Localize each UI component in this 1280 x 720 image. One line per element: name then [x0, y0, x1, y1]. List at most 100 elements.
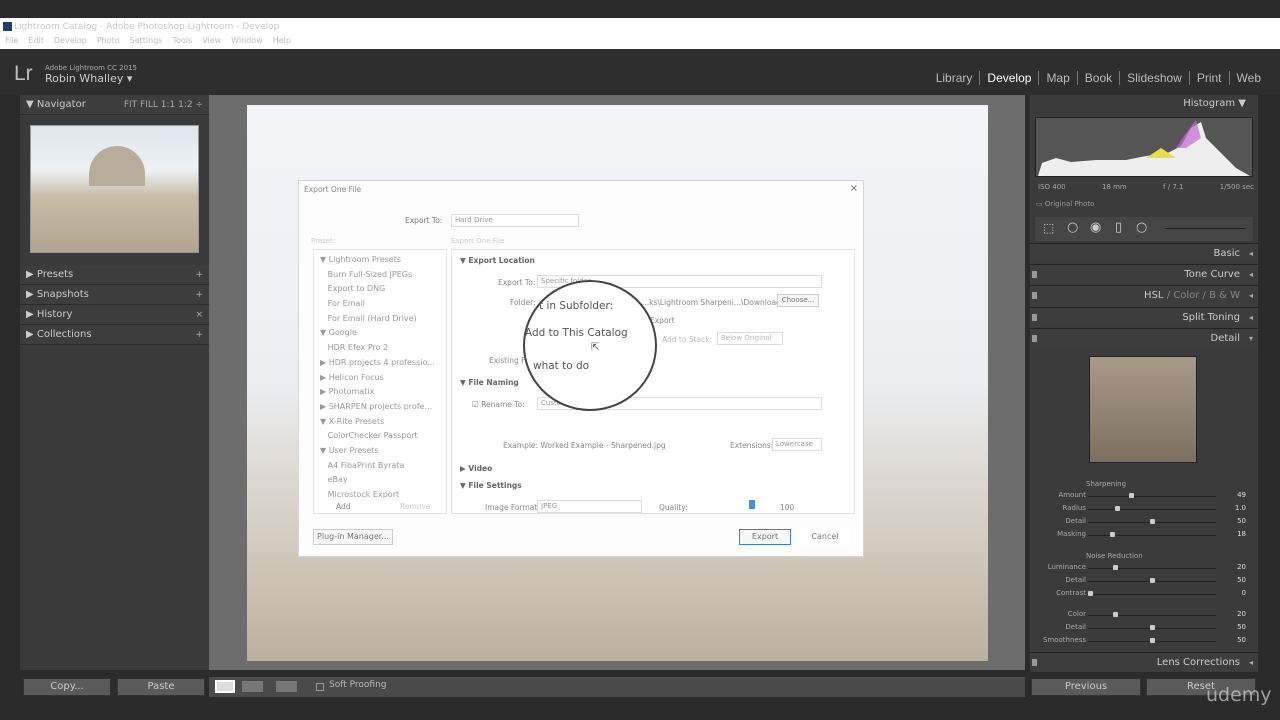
add-icon[interactable]: +	[195, 265, 203, 285]
user-menu[interactable]: Robin Whalley ▾	[45, 72, 132, 85]
collections-header[interactable]: ▶ Collections +	[20, 325, 209, 345]
slider-track[interactable]	[1088, 568, 1216, 569]
slider-detail[interactable]: Detail 50	[1030, 516, 1258, 529]
slider-color[interactable]: Color 20	[1030, 609, 1258, 622]
image-format-select[interactable]: JPEG	[537, 500, 642, 513]
radial-filter-icon[interactable]: ○	[1136, 220, 1147, 235]
snapshots-header[interactable]: ▶ Snapshots +	[20, 285, 209, 305]
slider-thumb[interactable]	[1149, 625, 1155, 630]
preset-item[interactable]: ▶ SHARPEN projects profe...	[320, 400, 446, 415]
preset-item[interactable]: ▶ HDR projects 4 professio...	[320, 356, 446, 371]
slider-thumb[interactable]	[1088, 591, 1093, 596]
preset-item[interactable]: ColorChecker Passport	[320, 429, 446, 444]
detail-preview[interactable]	[1089, 356, 1197, 463]
menu-photo[interactable]: Photo	[97, 36, 120, 49]
slider-value[interactable]: 50	[1237, 576, 1246, 584]
preset-item[interactable]: ▼ Google	[320, 326, 446, 341]
module-book[interactable]: Book	[1076, 71, 1119, 85]
lens-corrections-section[interactable]: Lens Corrections ◂	[1030, 652, 1258, 672]
slider-value[interactable]: 1.0	[1235, 504, 1246, 512]
graduated-filter-icon[interactable]: ▯	[1115, 220, 1122, 235]
quality-slider-thumb[interactable]	[749, 500, 755, 509]
quality-input[interactable]: 100	[780, 503, 794, 512]
clear-icon[interactable]: ×	[195, 305, 203, 325]
preset-item[interactable]: eBay	[320, 473, 446, 488]
cancel-button[interactable]: Cancel	[799, 529, 851, 545]
slider-track[interactable]	[1088, 496, 1216, 497]
menu-window[interactable]: Window	[231, 36, 263, 49]
preset-item[interactable]: For Email (Hard Drive)	[320, 312, 446, 327]
loupe-view-icon[interactable]	[215, 680, 235, 693]
slider-value[interactable]: 0	[1242, 589, 1246, 597]
navigator-header[interactable]: ▼ Navigator FIT FILL 1:1 1:2 ÷	[20, 95, 209, 115]
module-web[interactable]: Web	[1228, 71, 1268, 85]
subfolder-input[interactable]: Export	[650, 316, 675, 325]
add-preset-button[interactable]: Add	[336, 502, 351, 511]
preset-item[interactable]: ▼ X-Rite Presets	[320, 415, 446, 430]
slider-value[interactable]: 18	[1237, 530, 1246, 538]
folder-path[interactable]: ...ks\Lightroom Sharpeni...\Downloads	[642, 298, 785, 307]
slider-luminance[interactable]: Luminance 20	[1030, 562, 1258, 575]
close-icon[interactable]: ×	[850, 183, 858, 194]
slider-thumb[interactable]	[1149, 578, 1155, 583]
menu-file[interactable]: File	[5, 36, 18, 49]
video-section[interactable]: ▶ Video	[460, 464, 492, 473]
preset-item[interactable]: A4 FibaPrint Byrata	[320, 459, 446, 474]
choose-button[interactable]: Choose...	[777, 294, 819, 307]
slider-detail[interactable]: Detail 50	[1030, 575, 1258, 588]
slider-value[interactable]: 20	[1237, 563, 1246, 571]
preset-item[interactable]: ▼ User Presets	[320, 444, 446, 459]
remove-preset-button[interactable]: Remove	[400, 502, 430, 511]
slider-track[interactable]	[1088, 509, 1216, 510]
slider-value[interactable]: 50	[1237, 517, 1246, 525]
preset-item[interactable]: Burn Full-Sized JPEGs	[320, 268, 446, 283]
paste-button[interactable]: Paste	[117, 678, 205, 696]
preset-item[interactable]: Microstock Export	[320, 488, 446, 503]
copy-button[interactable]: Copy...	[23, 678, 111, 696]
slider-thumb[interactable]	[1128, 493, 1134, 498]
add-to-stack-checkbox[interactable]: Add to Stack:	[662, 335, 712, 344]
histogram-header[interactable]: Histogram ▼	[1183, 98, 1246, 109]
slider-amount[interactable]: Amount 49	[1030, 490, 1258, 503]
preset-item[interactable]: ▶ Photomatix	[320, 385, 446, 400]
preset-item[interactable]: ▶ Helicon Focus	[320, 371, 446, 386]
slider-radius[interactable]: Radius 1.0	[1030, 503, 1258, 516]
detail-section[interactable]: Detail ▾	[1030, 328, 1258, 348]
stack-position-select[interactable]: Below Original	[717, 332, 783, 345]
brush-slider[interactable]	[1165, 228, 1245, 229]
add-icon[interactable]: +	[195, 285, 203, 305]
soft-proofing-checkbox[interactable]	[316, 683, 324, 691]
module-map[interactable]: Map	[1038, 71, 1076, 85]
before-after-icon[interactable]	[242, 681, 263, 692]
presets-header[interactable]: ▶ Presets +	[20, 265, 209, 285]
slider-track[interactable]	[1088, 594, 1216, 595]
slider-smoothness[interactable]: Smoothness 50	[1030, 635, 1258, 648]
split-toning-section[interactable]: Split Toning ◂	[1030, 307, 1258, 327]
navigator-preview[interactable]	[30, 125, 199, 253]
plugin-manager-button[interactable]: Plug-in Manager...	[313, 529, 393, 545]
slider-value[interactable]: 49	[1237, 491, 1246, 499]
slider-detail[interactable]: Detail 50	[1030, 622, 1258, 635]
menu-develop[interactable]: Develop	[54, 36, 87, 49]
slider-thumb[interactable]	[1110, 532, 1116, 537]
preset-item[interactable]: HDR Efex Pro 2	[320, 341, 446, 356]
preset-item[interactable]: For Email	[320, 297, 446, 312]
add-icon[interactable]: +	[195, 325, 203, 345]
export-button[interactable]: Export	[739, 529, 791, 545]
slider-contrast[interactable]: Contrast 0	[1030, 588, 1258, 601]
rename-checkbox[interactable]: ☑ Rename To:	[472, 400, 525, 409]
file-settings-section[interactable]: ▼ File Settings	[460, 481, 522, 490]
previous-button[interactable]: Previous	[1031, 678, 1141, 696]
menu-settings[interactable]: Settings	[130, 36, 163, 49]
slider-thumb[interactable]	[1112, 612, 1118, 617]
preset-item[interactable]: Export to DNG	[320, 282, 446, 297]
before-after-split-icon[interactable]	[276, 681, 297, 692]
hsl-section[interactable]: HSL / Color / B & W ◂	[1030, 285, 1258, 305]
menu-view[interactable]: View	[202, 36, 221, 49]
spot-removal-icon[interactable]: ○	[1067, 220, 1078, 235]
slider-track[interactable]	[1088, 615, 1216, 616]
basic-section[interactable]: Basic ◂	[1030, 243, 1258, 263]
slider-value[interactable]: 50	[1237, 623, 1246, 631]
menu-help[interactable]: Help	[273, 36, 291, 49]
slider-thumb[interactable]	[1112, 565, 1118, 570]
